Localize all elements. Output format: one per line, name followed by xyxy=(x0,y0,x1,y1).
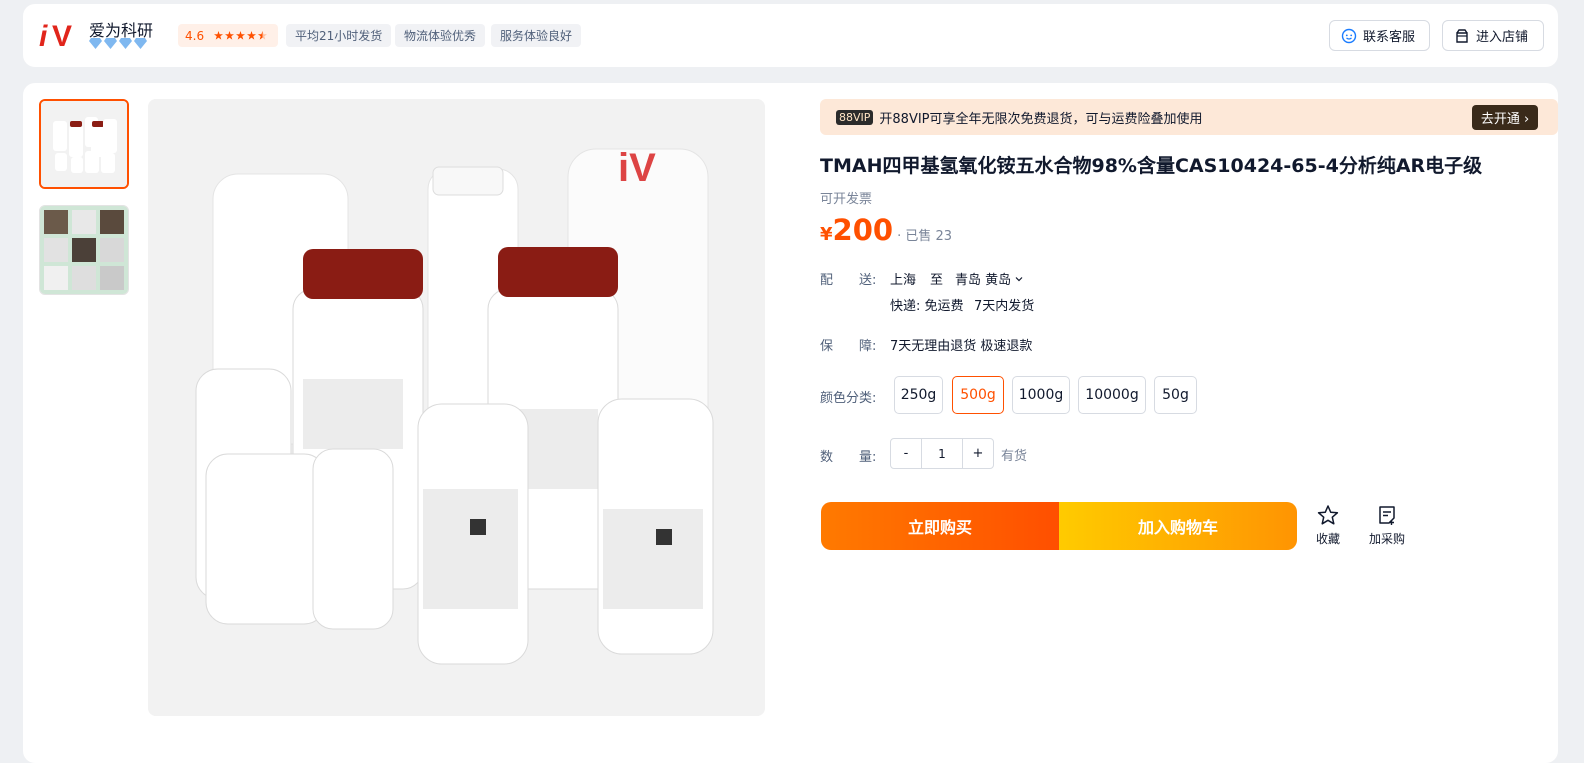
price-block: ¥ 200 · 已售 23 xyxy=(820,213,952,247)
purchase-list-label: 加采购 xyxy=(1369,532,1406,546)
product-detail-panel: iV 88VIP 开88VIP可享全年无限次免费退货，可与运费险叠加使用 去开通… xyxy=(23,83,1558,763)
svg-text:iV: iV xyxy=(618,146,656,190)
vip-promo-bar: 88VIP 开88VIP可享全年无限次免费退货，可与运费险叠加使用 去开通 › xyxy=(820,99,1558,135)
favorite-button[interactable]: 收藏 xyxy=(1316,504,1340,547)
shop-level-diamonds xyxy=(89,38,147,49)
sku-option-1000g[interactable]: 1000g xyxy=(1012,376,1070,414)
buy-now-button[interactable]: 立即购买 xyxy=(821,502,1059,550)
enter-store-button[interactable]: 进入店铺 xyxy=(1442,20,1544,51)
star-icon xyxy=(247,31,257,40)
sku-option-250g[interactable]: 250g xyxy=(894,376,943,414)
thumbnail-2[interactable] xyxy=(39,205,129,295)
star-outline-icon xyxy=(1317,505,1339,525)
contact-service-label: 联系客服 xyxy=(1363,30,1416,45)
product-bottles-photo: iV xyxy=(148,99,765,716)
delivery-from: 上海 xyxy=(890,273,917,288)
shop-tag: 服务体验良好 xyxy=(491,24,582,47)
main-product-image[interactable]: iV xyxy=(148,99,765,716)
chevron-down-icon xyxy=(1015,276,1023,281)
shop-rating-badge[interactable]: 4.6 xyxy=(178,24,278,47)
quantity-increment-button[interactable]: + xyxy=(963,439,993,468)
diamond-icon xyxy=(89,38,102,49)
customer-service-icon xyxy=(1341,28,1357,43)
purchase-list-icon xyxy=(1379,506,1395,525)
favorite-label: 收藏 xyxy=(1316,532,1341,546)
quantity-decrement-button[interactable]: - xyxy=(891,439,921,468)
contact-service-button[interactable]: 联系客服 xyxy=(1329,20,1430,51)
star-icon xyxy=(236,31,246,40)
shop-tag: 物流体验优秀 xyxy=(395,24,486,47)
vip-promo-text: 开88VIP可享全年无限次免费退货，可与运费险叠加使用 xyxy=(879,111,1203,127)
product-title: TMAH四甲基氢氧化铵五水合物98%含量CAS10424-65-4分析纯AR电子… xyxy=(820,155,1483,177)
rating-value: 4.6 xyxy=(185,28,205,43)
guarantee-label: 保 障: xyxy=(820,339,877,354)
delivery-label: 配 送: xyxy=(820,273,877,288)
sku-label: 颜色分类: xyxy=(820,391,877,406)
shop-logo[interactable]: i V xyxy=(39,17,79,53)
delivery-express: 快递: 免运费 xyxy=(890,299,964,314)
sku-option-500g[interactable]: 500g xyxy=(952,376,1004,414)
star-icon xyxy=(225,31,235,40)
sku-option-10000g[interactable]: 10000g xyxy=(1078,376,1146,414)
sold-count: · 已售 23 xyxy=(897,229,953,244)
delivery-destination-selector[interactable]: 青岛 黄岛 xyxy=(955,269,1024,288)
enter-store-label: 进入店铺 xyxy=(1476,30,1529,45)
vip-open-button[interactable]: 去开通 › xyxy=(1472,105,1538,130)
currency-symbol: ¥ xyxy=(820,224,833,245)
svg-text:V: V xyxy=(52,20,72,53)
svg-text:i: i xyxy=(39,20,48,53)
delivery-ship-time: 7天内发货 xyxy=(974,299,1035,314)
product-thumbnail-image xyxy=(40,206,128,294)
product-thumbnail-image xyxy=(41,101,127,187)
add-to-cart-button[interactable]: 加入购物车 xyxy=(1059,502,1297,550)
diamond-icon xyxy=(134,38,147,49)
price-value: 200 xyxy=(832,213,894,247)
diamond-icon xyxy=(119,38,132,49)
rating-stars xyxy=(214,31,268,40)
guarantee-value: 7天无理由退货 极速退款 xyxy=(890,339,1033,354)
delivery-to-word: 至 xyxy=(930,273,944,288)
store-icon xyxy=(1456,28,1468,43)
quantity-input[interactable]: 1 xyxy=(921,439,963,468)
quantity-label: 数 量: xyxy=(820,450,877,465)
vip-tag: 88VIP xyxy=(836,109,874,125)
sku-option-50g[interactable]: 50g xyxy=(1154,376,1197,414)
half-star-icon xyxy=(258,31,268,40)
stock-status: 有货 xyxy=(1001,449,1028,464)
shop-tag: 平均21小时发货 xyxy=(286,24,392,47)
purchase-list-button[interactable]: 加采购 xyxy=(1369,504,1405,547)
delivery-destination: 青岛 黄岛 xyxy=(955,273,1012,288)
quantity-stepper: - 1 + xyxy=(890,438,994,469)
star-icon xyxy=(214,31,224,40)
shop-header: i V 爱为科研 4.6 平均21小时发货 物流体验优秀 服务体验良好 联系客服 xyxy=(23,4,1558,67)
invoice-tag: 可开发票 xyxy=(820,192,873,207)
diamond-icon xyxy=(104,38,117,49)
thumbnail-1[interactable] xyxy=(39,99,129,189)
